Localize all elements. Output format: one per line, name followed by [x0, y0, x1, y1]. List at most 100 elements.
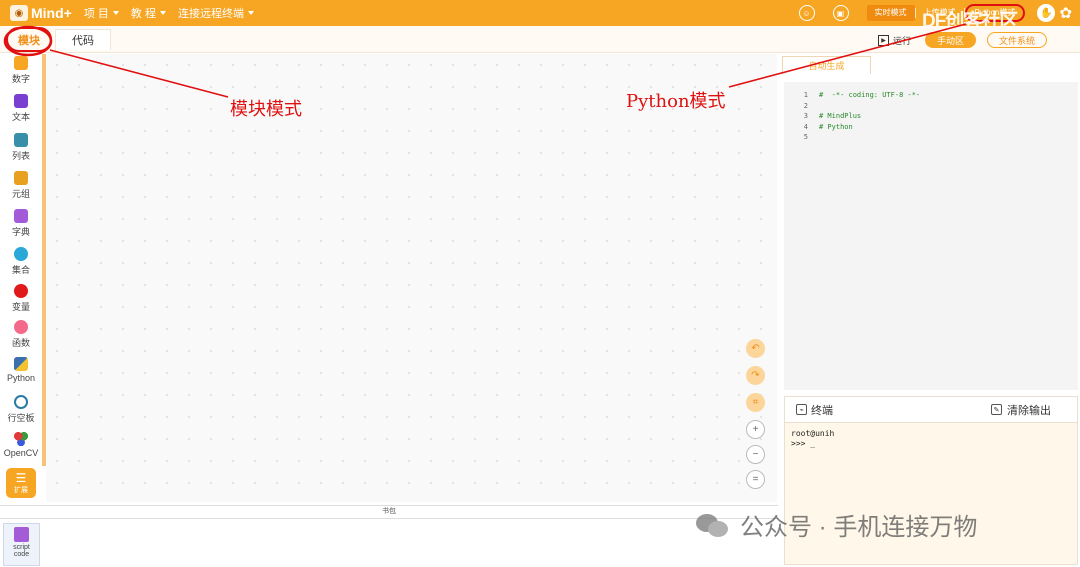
category-list[interactable]: 列表: [0, 133, 42, 162]
chevron-down-icon: [159, 11, 166, 15]
code-text: # MindPlus: [819, 112, 862, 120]
number-category-icon: [14, 56, 28, 70]
clear-output-label: 清除输出: [1007, 404, 1051, 417]
category-tuple[interactable]: 元组: [0, 171, 42, 200]
category-variable-label: 变量: [11, 302, 30, 312]
annotation-blocks-mode: 模块模式: [230, 99, 302, 120]
category-python-label: Python: [6, 373, 36, 383]
crop-icon[interactable]: ⌗: [746, 393, 765, 412]
undo-icon[interactable]: ↶: [746, 339, 765, 358]
category-variable[interactable]: 变量: [0, 284, 42, 313]
mind-plus-logo-icon: ◉: [10, 5, 28, 21]
clear-output-button[interactable]: ✎ 清除输出: [991, 402, 1051, 418]
script-code-tile[interactable]: script code: [3, 523, 40, 566]
zoom-reset-icon[interactable]: =: [746, 470, 765, 489]
backpack-area: [0, 519, 778, 567]
text-category-icon: [14, 94, 28, 108]
chevron-down-icon: [247, 11, 254, 15]
category-number[interactable]: 数字: [0, 56, 42, 85]
gear-icon[interactable]: ✿: [1059, 4, 1072, 22]
terminal-title-label: 终端: [811, 404, 833, 417]
unihiker-icon: [14, 395, 28, 409]
category-function[interactable]: 函数: [0, 320, 42, 349]
tab-blocks[interactable]: 模块: [6, 27, 52, 52]
category-unihiker[interactable]: 行空板: [0, 395, 42, 424]
line-number: 1: [803, 91, 808, 99]
hand-area-label: 手动区: [936, 35, 964, 46]
category-set[interactable]: 集合: [0, 247, 42, 276]
category-set-label: 集合: [11, 265, 30, 275]
wechat-icon: [696, 512, 730, 538]
watermark-bottom: 公众号 · 手机连接万物: [696, 507, 977, 542]
category-python[interactable]: Python: [0, 357, 42, 383]
code-text: # -*- coding: UTF-8 -*-: [819, 91, 921, 99]
code-view[interactable]: 1 # -*- coding: UTF-8 -*- 2 3 # MindPlus 4…: [784, 82, 1078, 390]
category-opencv-label: OpenCV: [3, 448, 39, 458]
play-icon: ▶: [878, 34, 889, 46]
app-logo-text: Mind+: [31, 5, 72, 21]
zoom-in-icon[interactable]: +: [746, 420, 765, 439]
code-line: 5: [784, 132, 819, 143]
watermark-bottom-text: 公众号 · 手机连接万物: [740, 514, 978, 541]
set-category-icon: [14, 247, 28, 261]
clear-icon: ✎: [991, 404, 1002, 415]
run-button[interactable]: ▶ 运行: [878, 32, 911, 48]
python-logo-icon: [14, 357, 28, 371]
extension-icon: ☰: [15, 471, 27, 485]
run-label: 运行: [893, 35, 912, 46]
terminal-header: ⌁ 终端 ✎ 清除输出: [785, 397, 1077, 423]
category-dict[interactable]: 字典: [0, 209, 42, 238]
main-menu: 项 目 教 程 连接远程终端: [84, 5, 266, 21]
function-category-icon: [14, 320, 28, 334]
backpack-header[interactable]: 书包: [0, 505, 778, 519]
menu-tutorial-label: 教 程: [130, 8, 156, 20]
category-function-label: 函数: [11, 338, 30, 348]
opencv-icon: [14, 432, 28, 446]
terminal-icon: ⌁: [796, 404, 807, 415]
code-line: 3 # MindPlus: [784, 111, 861, 122]
extension-label: 扩展: [14, 487, 28, 494]
tutorial-icon[interactable]: ▣: [832, 5, 849, 21]
hand-area-button[interactable]: 手动区: [925, 32, 976, 48]
category-text-label: 文本: [11, 112, 30, 122]
script-tile-line1: script: [13, 544, 30, 551]
tuple-category-icon: [14, 171, 28, 185]
terminal-line: root@unih: [791, 429, 835, 438]
category-text[interactable]: 文本: [0, 94, 42, 123]
tab-auto-generate[interactable]: 自动生成: [782, 56, 871, 74]
menu-project-label: 项 目: [83, 8, 109, 20]
line-number: 3: [803, 112, 808, 120]
block-workspace[interactable]: [46, 54, 777, 502]
code-line: 1 # -*- coding: UTF-8 -*-: [784, 90, 920, 101]
tab-code[interactable]: 代码: [55, 29, 111, 50]
menu-remote-terminal[interactable]: 连接远程终端: [178, 5, 254, 21]
category-sidebar: 数字 文本 列表 元组 字典 集合 变量 函数 Python 行空板 OpenC…: [0, 54, 42, 502]
annotation-python-mode: Python模式: [626, 91, 726, 112]
file-system-button[interactable]: 文件系统: [987, 32, 1047, 48]
menu-project[interactable]: 项 目: [84, 5, 119, 21]
zoom-out-icon[interactable]: −: [746, 445, 765, 464]
category-opencv[interactable]: OpenCV: [0, 432, 42, 458]
app-logo: ◉ Mind+: [10, 5, 72, 21]
mode-divider: [914, 8, 916, 18]
menu-tutorial[interactable]: 教 程: [131, 5, 166, 21]
mode-realtime-button[interactable]: 实时模式: [866, 5, 915, 21]
category-dict-label: 字典: [11, 227, 30, 237]
top-bar: ◉ Mind+ 项 目 教 程 连接远程终端 ☺ ▣ 实时模式 上传模式 Pyt…: [0, 0, 1080, 26]
user-avatar[interactable]: ✋: [1037, 4, 1056, 22]
list-category-icon: [14, 133, 28, 147]
extension-button[interactable]: ☰ 扩展: [6, 468, 36, 498]
category-list-label: 列表: [11, 151, 30, 161]
category-number-label: 数字: [11, 74, 30, 84]
smile-icon[interactable]: ☺: [798, 5, 815, 21]
category-tuple-label: 元组: [11, 189, 30, 199]
file-system-label: 文件系统: [998, 35, 1035, 46]
line-number: 5: [803, 133, 808, 141]
redo-icon[interactable]: ↷: [746, 366, 765, 385]
chevron-down-icon: [112, 11, 119, 15]
dict-category-icon: [14, 209, 28, 223]
menu-remote-terminal-label: 连接远程终端: [177, 8, 244, 20]
terminal-line[interactable]: >>> _: [791, 439, 815, 448]
variable-category-icon: [14, 284, 28, 298]
script-tile-line2: code: [13, 551, 30, 558]
